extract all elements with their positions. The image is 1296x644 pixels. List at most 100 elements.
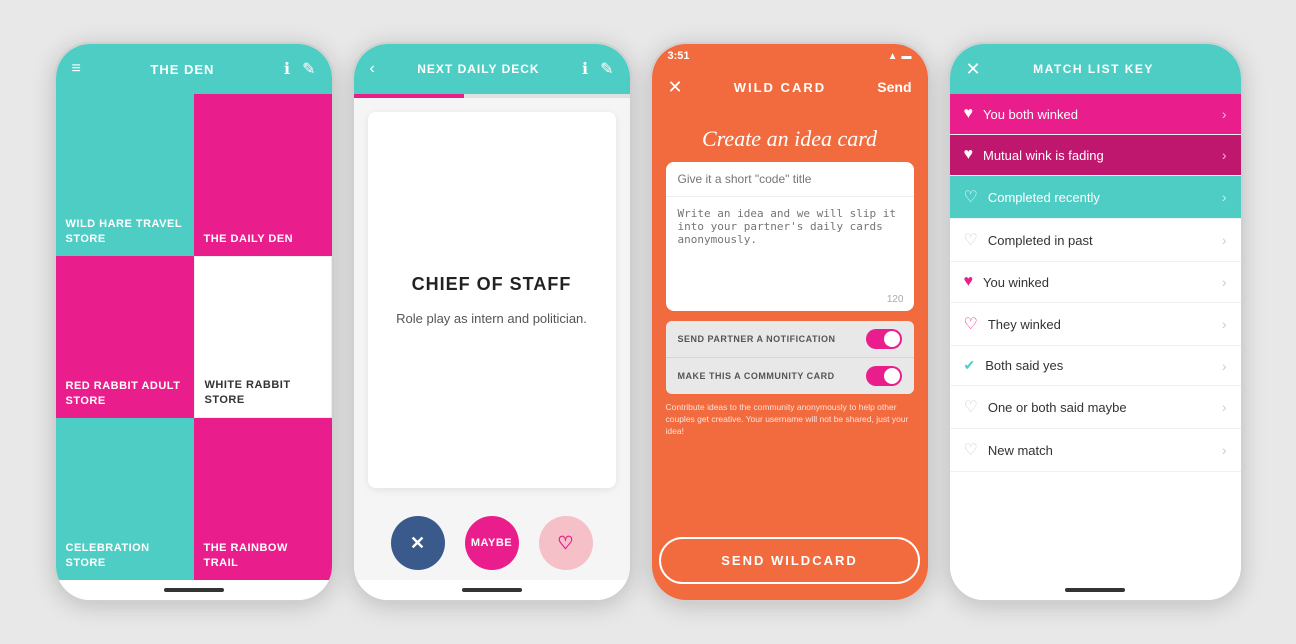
home-indicator-4 <box>1065 588 1125 592</box>
match-label: New match <box>988 443 1053 458</box>
home-indicator <box>164 588 224 592</box>
wildcard-title: WILD CARD <box>734 80 826 95</box>
info-icon-2[interactable]: ℹ <box>582 59 588 79</box>
screen2-header: ‹ NEXT DAILY DECK ℹ ✎ <box>354 44 630 94</box>
chevron-right-icon: › <box>1222 316 1227 332</box>
match-item-left: ✔ Both said yes <box>964 357 1064 374</box>
heart-red-filled-icon: ♥ <box>964 273 974 291</box>
like-button[interactable]: ♡ <box>539 516 593 570</box>
match-item-left: ♥ You winked <box>964 273 1050 291</box>
list-item[interactable]: THE DAILY DEN <box>194 94 332 256</box>
chevron-right-icon: › <box>1222 147 1227 163</box>
wc-disclaimer: Contribute ideas to the community anonym… <box>666 402 914 438</box>
progress-bar-fill <box>354 94 464 98</box>
screen3-header: ✕ WILD CARD Send <box>652 62 928 112</box>
screen4-title: MATCH LIST KEY <box>1033 62 1154 76</box>
store-grid: WILD HARE TRAVEL STORE THE DAILY DEN RED… <box>56 94 332 580</box>
toggle-label-2: MAKE THIS A COMMUNITY CARD <box>678 371 835 381</box>
chevron-right-icon: › <box>1222 399 1227 415</box>
chevron-right-icon: › <box>1222 358 1227 374</box>
action-buttons: ✕ MAYBE ♡ <box>354 502 630 580</box>
wc-toggles: SEND PARTNER A NOTIFICATION MAKE THIS A … <box>666 321 914 394</box>
heart-gray-icon: ♡ <box>964 230 978 250</box>
list-item[interactable]: ✔ Both said yes › <box>950 346 1241 386</box>
heart-new-icon: ♡ <box>964 440 978 460</box>
screen4: ✕ MATCH LIST KEY ♥ You both winked › ♥ <box>950 44 1241 600</box>
list-item[interactable]: ♡ Completed recently › <box>950 176 1241 219</box>
match-item-left: ♡ Completed in past <box>964 230 1093 250</box>
battery-icon: ▬ <box>902 51 912 62</box>
close-icon-4[interactable]: ✕ <box>966 59 981 80</box>
match-item-left: ♡ Completed recently <box>964 187 1100 207</box>
home-bar <box>56 580 332 600</box>
toggle-row-2[interactable]: MAKE THIS A COMMUNITY CARD <box>666 358 914 394</box>
list-item[interactable]: ♡ One or both said maybe › <box>950 386 1241 429</box>
match-label: Both said yes <box>985 358 1063 373</box>
screen2-title: NEXT DAILY DECK <box>417 62 539 76</box>
toggle-row-1[interactable]: SEND PARTNER A NOTIFICATION <box>666 321 914 358</box>
toggle-label-1: SEND PARTNER A NOTIFICATION <box>678 334 836 344</box>
list-item[interactable]: ♡ They winked › <box>950 303 1241 346</box>
list-item[interactable]: ♡ New match › <box>950 429 1241 472</box>
chevron-right-icon: › <box>1222 106 1227 122</box>
wifi-icon: ▲ <box>888 51 898 62</box>
list-item[interactable]: THE RAINBOW TRAIL <box>194 418 332 580</box>
screens-container: ≡ THE DEN ℹ ✎ WILD HARE TRAVEL STORE THE… <box>0 0 1296 644</box>
phone-1: ≡ THE DEN ℹ ✎ WILD HARE TRAVEL STORE THE… <box>54 42 334 602</box>
list-item[interactable]: ♥ You winked › <box>950 262 1241 303</box>
match-label: You both winked <box>983 107 1078 122</box>
list-item[interactable]: RED RABBIT ADULT STORE <box>56 256 194 418</box>
chevron-right-icon: › <box>1222 232 1227 248</box>
check-icon: ✔ <box>964 357 976 374</box>
menu-icon[interactable]: ≡ <box>72 60 81 78</box>
match-list: ♥ You both winked › ♥ Mutual wink is fad… <box>950 94 1241 580</box>
home-bar-2 <box>354 580 630 600</box>
screen1-title: THE DEN <box>150 62 214 77</box>
screen2: ‹ NEXT DAILY DECK ℹ ✎ CHIEF OF STAFF Rol… <box>354 44 630 600</box>
card-title: CHIEF OF STAFF <box>412 274 572 295</box>
edit-icon-2[interactable]: ✎ <box>600 59 613 79</box>
send-btn-wrap: SEND WILDCARD <box>652 438 928 600</box>
list-item[interactable]: WILD HARE TRAVEL STORE <box>56 94 194 256</box>
screen3: 3:51 ▲ ▬ ✕ WILD CARD Send Create an idea… <box>652 44 928 600</box>
maybe-button[interactable]: MAYBE <box>465 516 519 570</box>
progress-bar-wrap <box>354 94 630 98</box>
edit-icon[interactable]: ✎ <box>302 59 315 79</box>
char-count: 120 <box>666 292 914 311</box>
list-item[interactable]: ♥ You both winked › <box>950 94 1241 135</box>
wc-input-area: 120 <box>666 162 914 311</box>
match-label: Completed in past <box>988 233 1093 248</box>
info-icon[interactable]: ℹ <box>284 59 290 79</box>
phone-4: ✕ MATCH LIST KEY ♥ You both winked › ♥ <box>948 42 1243 602</box>
back-icon[interactable]: ‹ <box>370 60 375 78</box>
heart-outline-teal-icon: ♡ <box>964 187 978 207</box>
send-wildcard-button[interactable]: SEND WILDCARD <box>659 537 920 584</box>
heart-filled-icon: ♥ <box>964 105 974 123</box>
list-item[interactable]: ♡ Completed in past › <box>950 219 1241 262</box>
home-indicator-2 <box>462 588 522 592</box>
heart-maybe-icon: ♡ <box>964 397 978 417</box>
send-link[interactable]: Send <box>877 79 911 95</box>
match-label: One or both said maybe <box>988 400 1127 415</box>
close-icon[interactable]: ✕ <box>668 77 683 98</box>
reject-button[interactable]: ✕ <box>391 516 445 570</box>
card-area: CHIEF OF STAFF Role play as intern and p… <box>368 112 616 488</box>
code-title-input[interactable] <box>666 162 914 197</box>
wild-card-heading: Create an idea card <box>652 112 928 162</box>
toggle-switch-2[interactable] <box>866 366 902 386</box>
match-item-left: ♡ They winked <box>964 314 1061 334</box>
screen1-header: ≡ THE DEN ℹ ✎ <box>56 44 332 94</box>
chevron-right-icon: › <box>1222 189 1227 205</box>
match-label: They winked <box>988 317 1061 332</box>
list-item[interactable]: CELEBRATION STORE <box>56 418 194 580</box>
list-item[interactable]: WHITE RABBIT STORE <box>194 256 332 418</box>
card-subtitle: Role play as intern and politician. <box>396 311 587 326</box>
toggle-switch-1[interactable] <box>866 329 902 349</box>
match-item-left: ♡ One or both said maybe <box>964 397 1127 417</box>
idea-textarea[interactable] <box>666 197 914 287</box>
status-bar: 3:51 ▲ ▬ <box>652 44 928 62</box>
home-bar-4 <box>950 580 1241 600</box>
list-item[interactable]: ♥ Mutual wink is fading › <box>950 135 1241 176</box>
chevron-right-icon: › <box>1222 274 1227 290</box>
chevron-right-icon: › <box>1222 442 1227 458</box>
